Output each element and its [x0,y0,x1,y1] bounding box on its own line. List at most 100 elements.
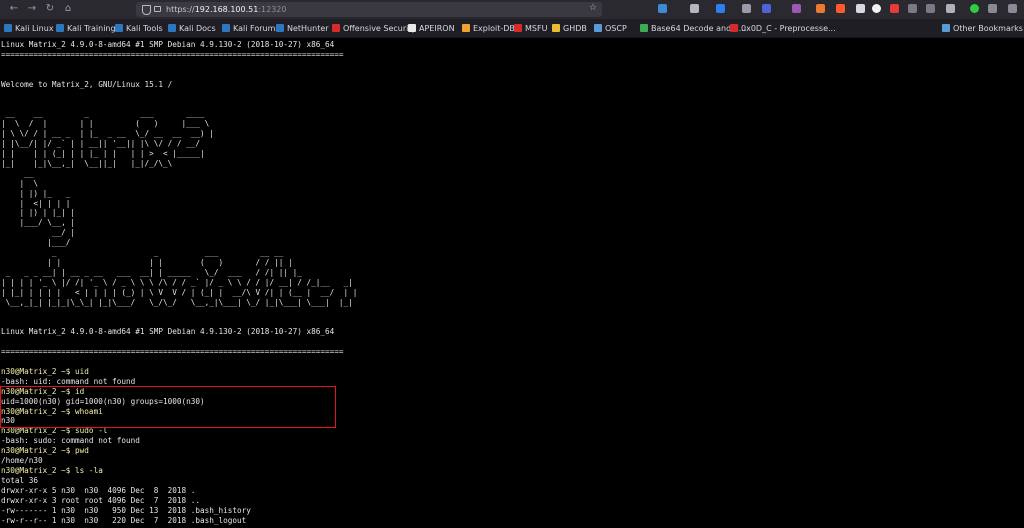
bookmark-star-icon[interactable]: ☆ [589,3,597,13]
bookmark-label: Kali Forums [233,24,280,33]
navigation-toolbar: ← → ↻ ⌂ https://192.168.100.51:12320 ☆ [0,0,1024,19]
url-scheme: https:// [166,5,195,14]
terminal-output-line: | | | | (_| | | |_ | | | | > < |_____| [1,148,210,158]
bookmark-label: Kali Linux [15,24,54,33]
terminal-output-line: __ __ _ ___ ____ [1,109,219,119]
highlight-box [0,386,336,428]
terminal-output-line: drwxr-xr-x 3 root root 4096 Dec 7 2018 .… [1,495,201,505]
extension-icon[interactable] [988,4,997,13]
page-icon [408,24,416,32]
terminal-output-line: | | | | '_ \ |/ /| '_ \ / _ \ \ \ /\ / /… [1,277,353,287]
bookmark-label: Kali Docs [179,24,216,33]
terminal-output-line: | \ \/ / | __ _ | |_ _ __ \_/ __ __ __) … [1,129,219,139]
url-text[interactable]: https://192.168.100.51:12320 [166,3,286,16]
terminal-output-line: drwxr-xr-x 5 n30 n30 4096 Dec 8 2018 . [1,485,196,495]
terminal-output-line: |___/ \__, | [1,218,219,228]
bookmark-nethunter[interactable]: NetHunter [276,22,329,35]
folder-icon [594,24,602,32]
lock-icon[interactable] [154,6,161,12]
base64-icon [640,24,648,32]
browser-chrome: ← → ↻ ⌂ https://192.168.100.51:12320 ☆ K… [0,0,1024,38]
terminal-output-line: | |) | |_| | [1,208,219,218]
kali-dragon-icon [56,24,64,32]
offsec-icon [332,24,340,32]
bookmark-label: GHDB [563,24,587,33]
bookmark-kali-training[interactable]: Kali Training [56,22,116,35]
extension-icon[interactable] [872,4,881,13]
extension-icon[interactable] [762,4,771,13]
bookmark-msfu[interactable]: MSFU [514,22,547,35]
extension-icon[interactable] [836,4,845,13]
terminal-output-line: | <| | | | [1,198,214,208]
bookmark-label: Offensive Security [343,24,417,33]
terminal-output-line: | \ / | | | ( ) |___ \ [1,119,219,129]
extension-icon[interactable] [856,4,865,13]
url-port: :12320 [258,5,287,14]
bookmark-kali-docs[interactable]: Kali Docs [168,22,216,35]
terminal-prompt-line: n30@Matrix_2 ~$ uid [1,366,89,376]
terminal-prompt-line: n30@Matrix_2 ~$ ls -la [1,465,103,475]
terminal-output-line: __/ | [1,228,219,238]
bookmark-label: NetHunter [287,24,329,33]
bookmark-label: 0x0D_C - Preprocesse... [741,24,836,33]
google-icon [552,24,560,32]
bookmark-ghdb[interactable]: GHDB [552,22,587,35]
exploitdb-icon [462,24,470,32]
extension-icon[interactable] [926,4,935,13]
url-bar[interactable]: https://192.168.100.51:12320 ☆ [136,2,602,17]
terminal-output-line: total 36 [1,475,39,485]
bookmark-kali-linux[interactable]: Kali Linux [4,22,54,35]
extension-icon[interactable] [690,4,699,13]
extension-icon[interactable] [742,4,751,13]
menu-icon[interactable] [1008,4,1017,13]
other-bookmarks[interactable]: Other Bookmarks [942,22,1023,35]
kali-dragon-icon [222,24,230,32]
extension-icon[interactable] [716,4,725,13]
bookmark-0x0d-c-preprocesse[interactable]: 0x0D_C - Preprocesse... [730,22,836,35]
home-icon[interactable]: ⌂ [62,3,74,15]
terminal-output-line: __ [1,168,219,178]
terminal-output-line: ========================================… [1,347,344,357]
bookmark-kali-tools[interactable]: Kali Tools [115,22,163,35]
terminal-output-line: \__,_|_| |_|_|\_\_| |_|\___/ \_/\_/ \__,… [1,297,353,307]
terminal-output-line: |_| |_|\__,_| \__||_| |_|/_/\_\ [1,158,214,168]
extension-icon[interactable] [946,4,955,13]
firefox-icon[interactable] [816,4,825,13]
extension-icon[interactable] [908,4,917,13]
reload-icon[interactable]: ↻ [44,3,56,15]
kali-dragon-icon [276,24,284,32]
extension-icon[interactable] [970,4,979,13]
bookmark-label: Kali Training [67,24,116,33]
forward-icon[interactable]: → [26,3,38,15]
offsec-icon [730,24,738,32]
kali-dragon-icon [4,24,12,32]
bookmark-offensive-security[interactable]: Offensive Security [332,22,416,35]
bookmark-oscp[interactable]: OSCP [594,22,627,35]
terminal-output-line: | |_| | | | | < | | | | (_) | \ V V / | … [1,287,358,297]
extension-icon[interactable] [658,4,667,13]
bookmark-kali-forums[interactable]: Kali Forums [222,22,280,35]
terminal-output-line: /home/n30 [1,456,43,466]
bookmark-label: Exploit-DB [473,24,515,33]
tracking-shield-icon[interactable] [142,5,151,15]
bookmark-exploit-db[interactable]: Exploit-DB [462,22,515,35]
back-icon[interactable]: ← [8,3,20,15]
terminal-prompt-line: n30@Matrix_2 ~$ pwd [1,446,89,456]
extension-icon[interactable] [792,4,801,13]
extension-icon[interactable] [890,4,899,13]
terminal-output-line: | |\__/| |/ _` | | __|| '__|| |\ \/ / / … [1,139,210,149]
terminal-output-line: | |) |_ _ [1,188,219,198]
bookmark-label: APEIRON [419,24,455,33]
bookmark-label: Kali Tools [126,24,163,33]
terminal-output-line: Welcome to Matrix_2, GNU/Linux 15.1 / [1,79,173,89]
terminal-output-line: Linux Matrix_2 4.9.0-8-amd64 #1 SMP Debi… [1,40,335,49]
bookmark-apeiron[interactable]: APEIRON [408,22,455,35]
terminal-output-line: Linux Matrix_2 4.9.0-8-amd64 #1 SMP Debi… [1,327,335,337]
kali-dragon-icon [115,24,123,32]
